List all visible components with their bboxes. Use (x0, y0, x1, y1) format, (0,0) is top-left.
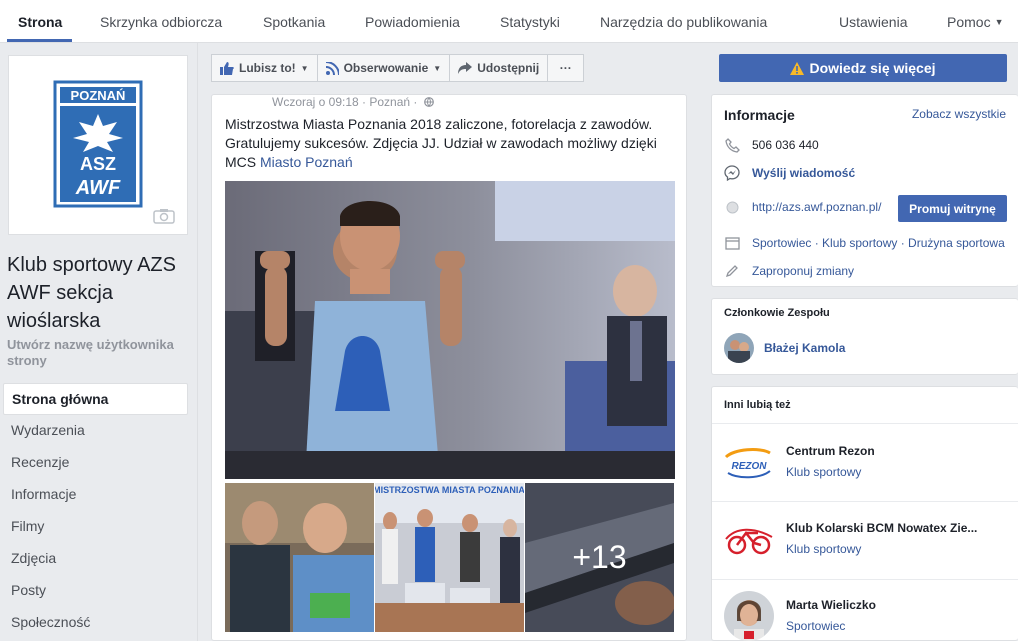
post-photo-thumb-2[interactable]: MISTRZOSTWA MIASTA POZNANIA (375, 483, 524, 632)
side-item-reviews[interactable]: Recenzje (3, 447, 188, 479)
follow-button[interactable]: Obserwowanie ▼ (316, 54, 451, 82)
share-button[interactable]: Udostępnij (449, 54, 549, 82)
tab-publishing-tools[interactable]: Narzędzia do publikowania (600, 14, 767, 30)
messenger-icon (724, 165, 740, 181)
tab-notifications[interactable]: Powiadomienia (365, 14, 460, 30)
page-action-bar: Lubisz to! ▼ Obserwowanie ▼ Udostępnij ·… (211, 54, 585, 82)
post-photo-main[interactable] (225, 181, 675, 479)
tab-settings[interactable]: Ustawienia (839, 14, 907, 30)
share-arrow-icon (458, 62, 473, 74)
suggest-edit-row: Zaproponuj zmiany (724, 263, 854, 279)
side-item-events[interactable]: Wydarzenia (3, 415, 188, 447)
active-tab-underline (7, 39, 72, 42)
send-message-link[interactable]: Wyślij wiadomość (752, 166, 855, 180)
profile-picture[interactable]: POZNAŃ ASZ AWF (8, 55, 188, 235)
warning-icon (790, 61, 805, 75)
tab-help-label: Pomoc (947, 14, 991, 30)
team-member-name[interactable]: Błażej Kamola (764, 341, 845, 355)
side-item-about[interactable]: Informacje (3, 479, 188, 511)
follow-button-label: Obserwowanie (343, 61, 429, 75)
phone-icon (724, 137, 740, 153)
people-photo (225, 483, 374, 632)
globe-icon (724, 199, 740, 215)
liked-page-name[interactable]: Marta Wieliczko (786, 598, 876, 612)
divider (712, 423, 1018, 424)
side-item-videos[interactable]: Filmy (3, 511, 188, 543)
divider (712, 501, 1018, 502)
pages-also-liked-card: Inni lubią też REZON Centrum Rezon Klub … (711, 386, 1018, 641)
message-row: Wyślij wiadomość (724, 165, 855, 181)
side-item-home[interactable]: Strona główna (3, 383, 188, 415)
liked-page-category[interactable]: Klub sportowy (786, 542, 861, 556)
like-button-label: Lubisz to! (239, 61, 296, 75)
globe-icon (423, 97, 434, 107)
tab-inbox[interactable]: Skrzynka odbiorcza (100, 14, 222, 30)
learn-more-label: Dowiedz się więcej (809, 60, 936, 76)
also-liked-title: Inni lubią też (724, 399, 791, 411)
post-photo-thumb-more[interactable]: +13 (525, 483, 674, 632)
logo-text-top: POZNAŃ (71, 88, 126, 103)
chevron-down-icon: ▼ (300, 63, 309, 73)
info-card: Informacje Zobacz wszystkie 506 036 440 … (711, 94, 1018, 287)
phone-row: 506 036 440 (724, 137, 819, 153)
chevron-down-icon: ▼ (994, 17, 1004, 27)
side-item-photos[interactable]: Zdjęcia (3, 543, 188, 575)
podium-photo: MISTRZOSTWA MIASTA POZNANIA (375, 483, 524, 632)
liked-page-category[interactable]: Sportowiec (786, 619, 845, 633)
pencil-icon (724, 263, 740, 279)
side-menu: Strona główna Wydarzenia Recenzje Inform… (3, 383, 188, 639)
phone-number: 506 036 440 (752, 138, 819, 152)
avatar[interactable] (724, 333, 754, 363)
side-item-community[interactable]: Społeczność (3, 607, 188, 639)
bcm-logo[interactable] (724, 515, 774, 565)
liked-page-category[interactable]: Klub sportowy (786, 465, 861, 479)
promote-website-button[interactable]: Promuj witrynę (898, 195, 1007, 222)
post-meta: Wczoraj o 09:18 · Poznań · (272, 95, 434, 109)
divider (712, 579, 1018, 580)
thumbs-up-icon (220, 61, 234, 75)
avatar[interactable] (724, 591, 774, 641)
category-links[interactable]: Sportowiec · Klub sportowy · Drużyna spo… (752, 236, 1005, 250)
like-button[interactable]: Lubisz to! ▼ (211, 54, 318, 82)
logo-text-bot: AWF (75, 177, 121, 199)
category-row: Sportowiec · Klub sportowy · Drużyna spo… (724, 235, 1005, 251)
website-link[interactable]: http://azs.awf.poznan.pl/ (752, 200, 881, 214)
share-button-label: Udostępnij (477, 61, 540, 75)
create-username-link[interactable]: Utwórz nazwę użytkownika strony (7, 337, 193, 369)
liked-page-name[interactable]: Centrum Rezon (786, 444, 875, 458)
tab-help[interactable]: Pomoc ▼ (947, 14, 1004, 30)
website-row: http://azs.awf.poznan.pl/ (724, 199, 881, 215)
category-icon (724, 235, 740, 251)
rss-icon (325, 61, 339, 75)
see-all-link[interactable]: Zobacz wszystkie (912, 107, 1006, 121)
tab-appointments[interactable]: Spotkania (263, 14, 325, 30)
side-item-posts[interactable]: Posty (3, 575, 188, 607)
page-top-nav: Strona Skrzynka odbiorcza Spotkania Powi… (0, 0, 1018, 43)
chevron-down-icon: ▼ (433, 63, 442, 73)
post-text: Mistrzostwa Miasta Poznania 2018 zaliczo… (225, 115, 675, 172)
camera-icon[interactable] (153, 208, 175, 224)
more-photos-count: +13 (525, 483, 674, 632)
suggest-edits-link[interactable]: Zaproponuj zmiany (752, 264, 854, 278)
liked-page-name[interactable]: Klub Kolarski BCM Nowatex Zie... (786, 521, 977, 535)
team-card-title: Członkowie Zespołu (724, 307, 830, 319)
post-photo-thumb-1[interactable] (225, 483, 374, 632)
tab-page[interactable]: Strona (18, 14, 62, 30)
rezon-logo-text: REZON (732, 461, 768, 472)
athlete-photo (225, 181, 675, 479)
left-column: POZNAŃ ASZ AWF Klub sportowy AZS AWF sek… (0, 43, 198, 641)
info-card-title: Informacje (724, 107, 795, 123)
logo-text-mid: ASZ (80, 154, 116, 174)
page-title: Klub sportowy AZS AWF sekcja wioślarska (7, 254, 176, 332)
learn-more-button[interactable]: Dowiedz się więcej (719, 54, 1007, 82)
post-timestamp[interactable]: Wczoraj o 09:18 · Poznań · (272, 95, 417, 109)
tab-insights[interactable]: Statystyki (500, 14, 560, 30)
more-options-button[interactable]: ··· (547, 54, 585, 82)
rezon-logo[interactable]: REZON (724, 439, 774, 489)
post-card: Wczoraj o 09:18 · Poznań · Mistrzostwa M… (211, 94, 687, 641)
banner-text: MISTRZOSTWA MIASTA POZNANIA (375, 485, 524, 495)
team-members-card: Członkowie Zespołu Błażej Kamola (711, 298, 1018, 375)
post-mention-link[interactable]: Miasto Poznań (260, 154, 353, 170)
